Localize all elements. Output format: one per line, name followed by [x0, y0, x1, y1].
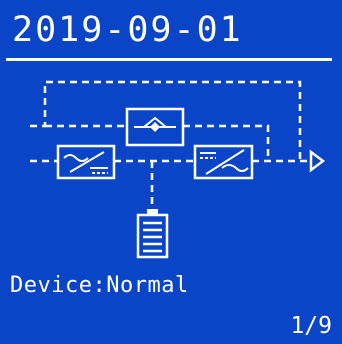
- battery-icon: [136, 209, 169, 259]
- rectifier-icon: [56, 144, 116, 180]
- device-status: Device:Normal: [10, 273, 189, 298]
- output-arrow-icon: [309, 149, 326, 173]
- inverter-icon: [193, 144, 254, 180]
- ups-lcd-screen: 2019-09-01 Device:Normal 1/9: [0, 0, 342, 344]
- bypass-icon: [125, 107, 185, 147]
- page-indicator: 1/9: [290, 313, 332, 339]
